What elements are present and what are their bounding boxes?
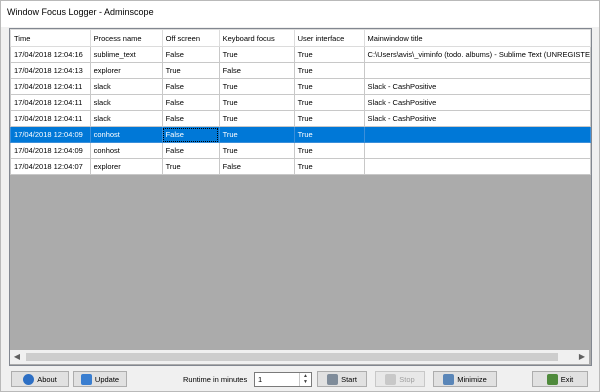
column-header-off-screen[interactable]: Off screen xyxy=(161,29,220,47)
table-row[interactable]: 17/04/2018 12:04:13 explorer True False True xyxy=(10,62,591,79)
cell-off-screen[interactable]: False xyxy=(161,126,220,143)
runtime-input[interactable] xyxy=(255,373,302,386)
cell-off-screen[interactable]: False xyxy=(161,110,220,127)
cell-time[interactable]: 17/04/2018 12:04:09 xyxy=(10,142,91,159)
cell-process-name[interactable]: conhost xyxy=(89,142,163,159)
cell-mainwindow-title[interactable] xyxy=(363,62,591,79)
table-row[interactable]: 17/04/2018 12:04:11 slack False True True Sla… xyxy=(10,78,591,95)
log-table: Time Process name Off screen Keyboard fo… xyxy=(10,29,591,175)
column-header-mainwindow-title[interactable]: Mainwindow title xyxy=(363,29,591,47)
cell-keyboard-focus[interactable]: True xyxy=(218,46,295,63)
cell-process-name[interactable]: sublime_text xyxy=(89,46,163,63)
cell-user-interface[interactable]: True xyxy=(293,158,365,175)
column-header-time[interactable]: Time xyxy=(10,29,91,47)
cell-keyboard-focus[interactable]: True xyxy=(218,94,295,111)
scroll-right-icon[interactable]: ▶ xyxy=(575,350,589,364)
about-button[interactable]: About xyxy=(11,371,69,387)
cell-user-interface[interactable]: True xyxy=(293,142,365,159)
app-window: Window Focus Logger - Adminscope Time Pr… xyxy=(0,0,600,392)
cell-mainwindow-title[interactable]: C:\Users\avis\_viminfo (todo. albums) - … xyxy=(363,46,591,63)
cell-user-interface[interactable]: True xyxy=(293,126,365,143)
log-grid[interactable]: Time Process name Off screen Keyboard fo… xyxy=(9,28,592,366)
cell-process-name[interactable]: slack xyxy=(89,78,163,95)
table-row[interactable]: 17/04/2018 12:04:11 slack False True True Sla… xyxy=(10,110,591,127)
window-title: Window Focus Logger - Adminscope xyxy=(7,7,154,17)
cell-off-screen[interactable]: True xyxy=(161,158,220,175)
exit-button[interactable]: Exit xyxy=(532,371,588,387)
title-bar[interactable]: Window Focus Logger - Adminscope xyxy=(1,1,599,27)
stop-icon xyxy=(385,373,397,385)
cell-keyboard-focus[interactable]: True xyxy=(218,110,295,127)
cell-time[interactable]: 17/04/2018 12:04:11 xyxy=(10,110,91,127)
play-icon xyxy=(327,373,339,385)
cell-mainwindow-title[interactable] xyxy=(363,158,591,175)
refresh-icon xyxy=(80,373,92,385)
cell-off-screen[interactable]: False xyxy=(161,78,220,95)
cell-keyboard-focus[interactable]: True xyxy=(218,142,295,159)
minimize-icon xyxy=(443,373,455,385)
stepper-arrows[interactable]: ▲ ▼ xyxy=(299,373,311,386)
cell-keyboard-focus[interactable]: False xyxy=(218,158,295,175)
cell-user-interface[interactable]: True xyxy=(293,78,365,95)
table-row[interactable]: 17/04/2018 12:04:09 conhost False True True xyxy=(10,126,591,143)
cell-mainwindow-title[interactable]: Slack - CashPositive xyxy=(363,78,591,95)
cell-mainwindow-title[interactable] xyxy=(363,126,591,143)
cell-user-interface[interactable]: True xyxy=(293,46,365,63)
runtime-stepper[interactable]: ▲ ▼ xyxy=(254,372,312,387)
column-header-user-interface[interactable]: User interface xyxy=(293,29,365,47)
stepper-down-icon[interactable]: ▼ xyxy=(300,379,311,385)
cell-keyboard-focus[interactable]: True xyxy=(218,78,295,95)
cell-time[interactable]: 17/04/2018 12:04:09 xyxy=(10,126,91,143)
cell-user-interface[interactable]: True xyxy=(293,94,365,111)
cell-mainwindow-title[interactable]: Slack - CashPositive xyxy=(363,94,591,111)
cell-off-screen[interactable]: True xyxy=(161,62,220,79)
update-button[interactable]: Update xyxy=(73,371,127,387)
cell-process-name[interactable]: slack xyxy=(89,94,163,111)
cell-user-interface[interactable]: True xyxy=(293,62,365,79)
cell-process-name[interactable]: slack xyxy=(89,110,163,127)
cell-time[interactable]: 17/04/2018 12:04:11 xyxy=(10,78,91,95)
table-row[interactable]: 17/04/2018 12:04:07 explorer True False True xyxy=(10,158,591,175)
cell-time[interactable]: 17/04/2018 12:04:11 xyxy=(10,94,91,111)
cell-keyboard-focus[interactable]: True xyxy=(218,126,295,143)
start-button[interactable]: Start xyxy=(317,371,367,387)
runtime-label: Runtime in minutes xyxy=(183,375,248,384)
cell-time[interactable]: 17/04/2018 12:04:16 xyxy=(10,46,91,63)
bottom-toolbar: About Update Runtime in minutes ▲ ▼ Star… xyxy=(1,367,599,391)
table-row[interactable]: 17/04/2018 12:04:16 sublime_text False True… xyxy=(10,46,591,63)
table-row[interactable]: 17/04/2018 12:04:11 slack False True True Sla… xyxy=(10,94,591,111)
stop-button[interactable]: Stop xyxy=(375,371,425,387)
info-icon xyxy=(23,373,35,385)
cell-time[interactable]: 17/04/2018 12:04:13 xyxy=(10,62,91,79)
cell-off-screen[interactable]: False xyxy=(161,142,220,159)
cell-off-screen[interactable]: False xyxy=(161,46,220,63)
cell-time[interactable]: 17/04/2018 12:04:07 xyxy=(10,158,91,175)
column-header-process-name[interactable]: Process name xyxy=(89,29,163,47)
cell-user-interface[interactable]: True xyxy=(293,110,365,127)
cell-process-name[interactable]: explorer xyxy=(89,158,163,175)
cell-process-name[interactable]: conhost xyxy=(89,126,163,143)
column-header-keyboard-focus[interactable]: Keyboard focus xyxy=(218,29,295,47)
exit-icon xyxy=(546,373,558,385)
minimize-button[interactable]: Minimize xyxy=(433,371,497,387)
cell-off-screen[interactable]: False xyxy=(161,94,220,111)
cell-keyboard-focus[interactable]: False xyxy=(218,62,295,79)
header-row: Time Process name Off screen Keyboard fo… xyxy=(10,29,591,47)
cell-process-name[interactable]: explorer xyxy=(89,62,163,79)
scrollbar-thumb[interactable] xyxy=(26,353,558,361)
cell-mainwindow-title[interactable]: Slack - CashPositive xyxy=(363,110,591,127)
table-row[interactable]: 17/04/2018 12:04:09 conhost False True True xyxy=(10,142,591,159)
horizontal-scrollbar[interactable]: ◀ ▶ xyxy=(10,350,589,364)
cell-mainwindow-title[interactable] xyxy=(363,142,591,159)
scroll-left-icon[interactable]: ◀ xyxy=(10,350,24,364)
